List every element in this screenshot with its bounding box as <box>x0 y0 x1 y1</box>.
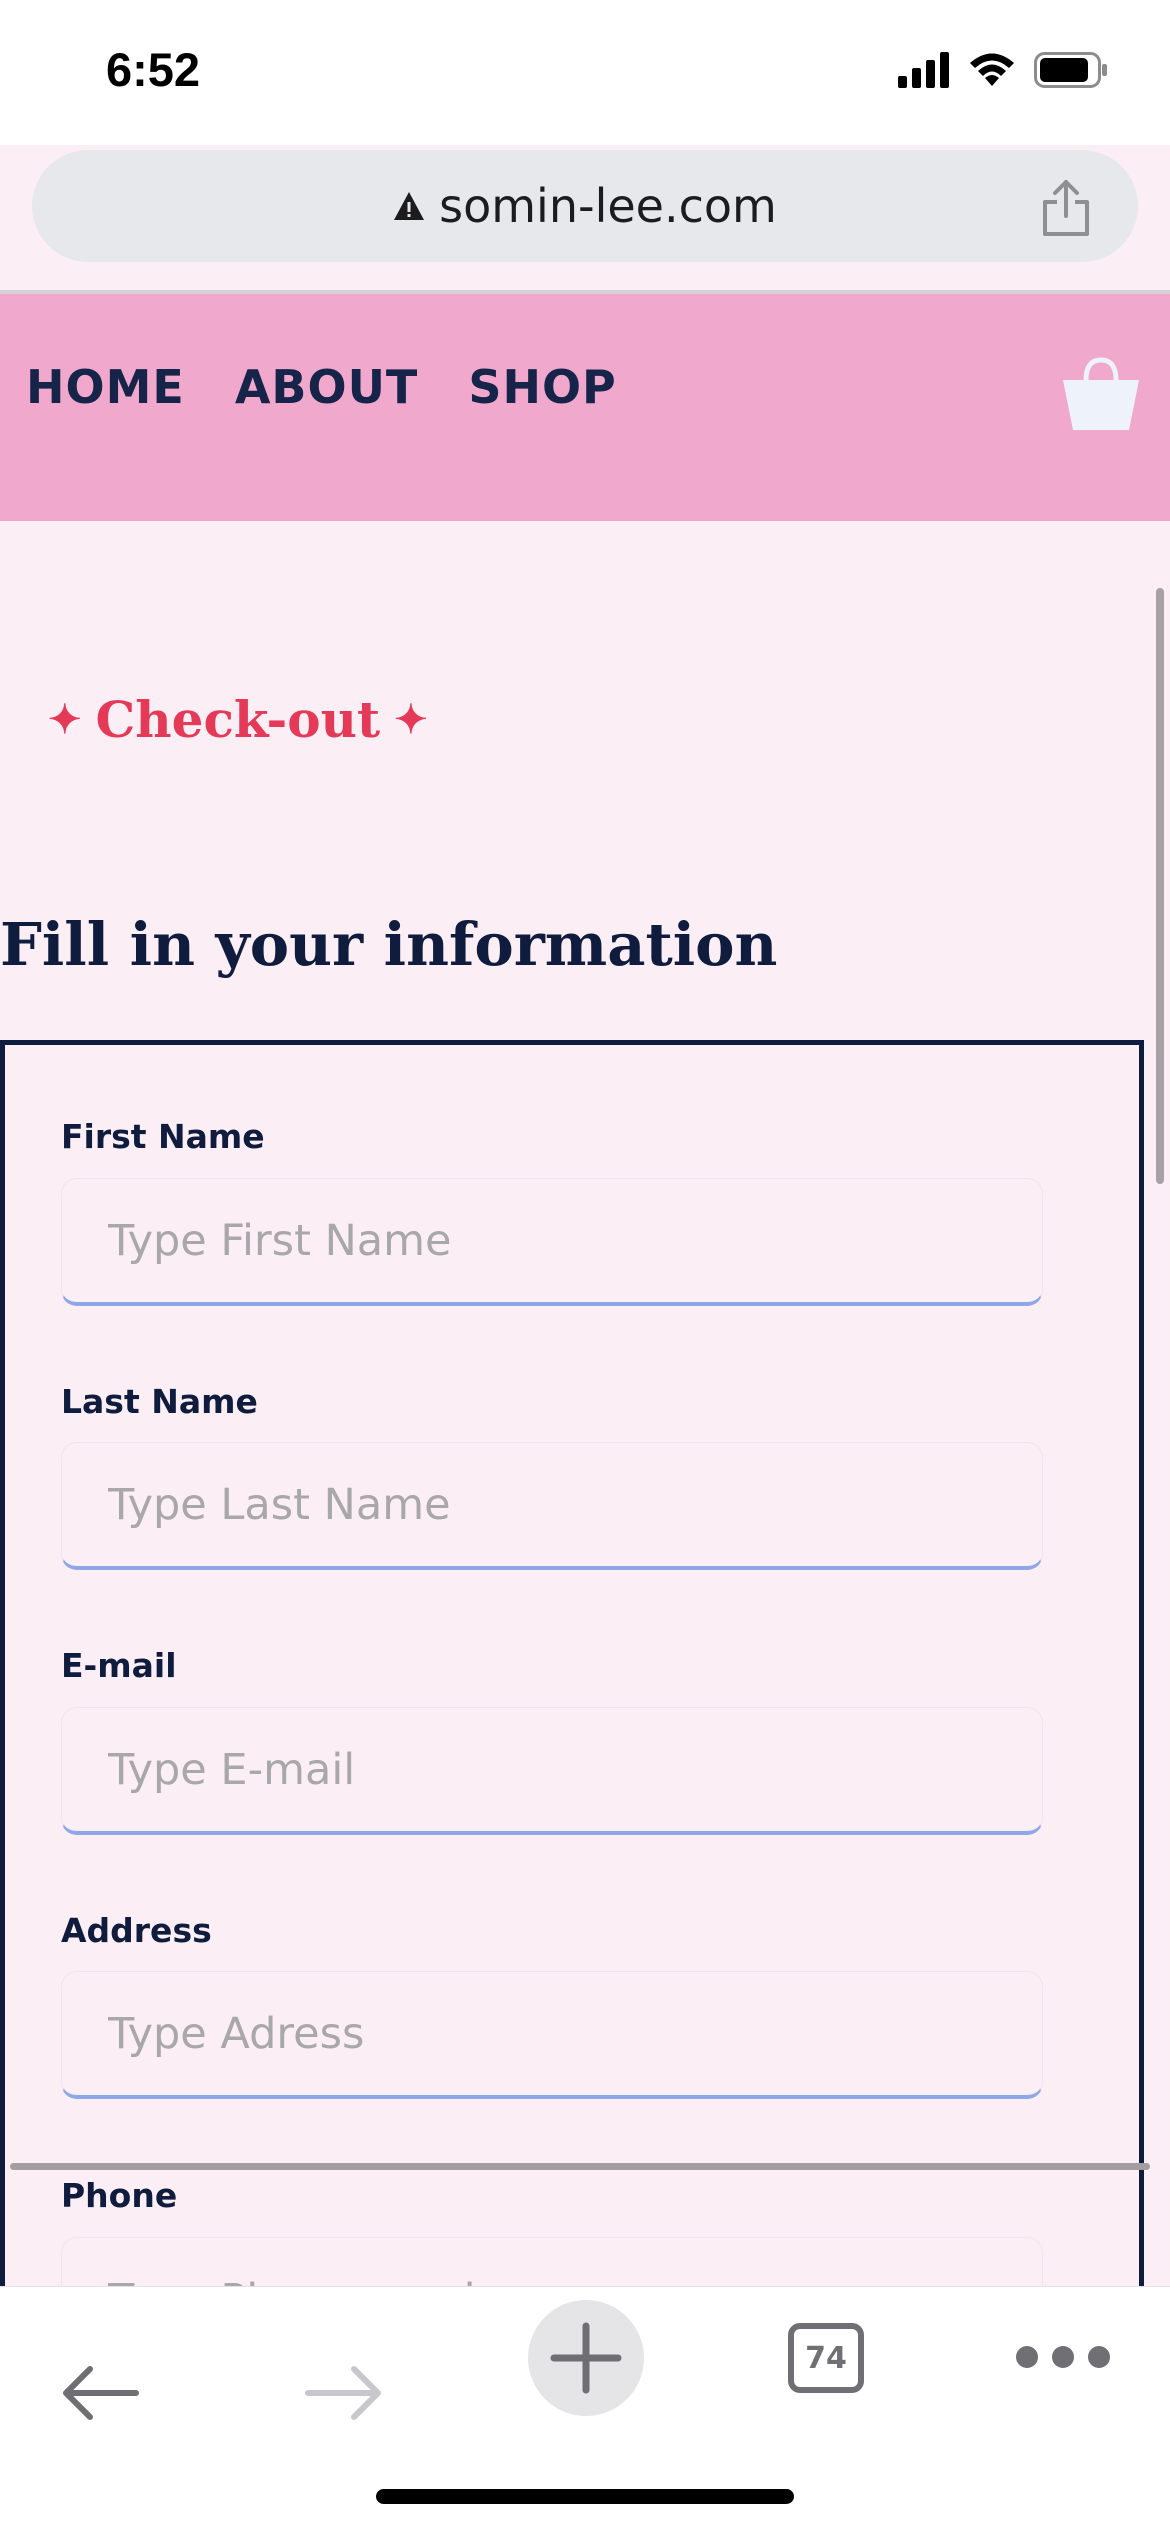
nav-link-home[interactable]: HOME <box>26 360 185 414</box>
horizontal-scrollbar[interactable] <box>10 2163 1150 2170</box>
cart-button[interactable] <box>1060 356 1142 432</box>
address-label: Address <box>61 1911 212 1950</box>
home-indicator <box>376 2489 794 2504</box>
checkout-form: First Name Last Name E-mail Address Phon… <box>0 1040 1144 2365</box>
more-icon <box>1052 2346 1074 2368</box>
section-tag-label: Check-out <box>95 690 381 749</box>
address-bar[interactable]: somin-lee.com <box>32 150 1138 262</box>
forward-button[interactable] <box>296 2353 392 2433</box>
forward-arrow-icon <box>305 2366 381 2420</box>
more-icon <box>1088 2346 1110 2368</box>
last-name-field[interactable] <box>61 1442 1043 1570</box>
more-icon <box>1016 2346 1038 2368</box>
back-arrow-icon <box>63 2366 139 2420</box>
status-time: 6:52 <box>106 43 201 96</box>
signal-icon <box>898 52 949 88</box>
plus-icon <box>550 2322 622 2394</box>
back-button[interactable] <box>52 2353 148 2433</box>
warning-icon <box>394 192 425 220</box>
tabs-button[interactable]: 74 <box>788 2323 864 2393</box>
site-nav: HOME ABOUT SHOP <box>0 294 1170 521</box>
address-field[interactable] <box>61 1971 1043 2099</box>
address-inner: somin-lee.com <box>32 150 1138 262</box>
share-icon <box>1043 180 1089 236</box>
status-bar: 6:52 <box>0 0 1170 145</box>
form-heading: Fill in your information <box>0 910 778 979</box>
first-name-field[interactable] <box>61 1178 1043 1306</box>
more-button[interactable] <box>998 2337 1128 2377</box>
url-text[interactable]: somin-lee.com <box>439 179 777 233</box>
first-name-label: First Name <box>61 1117 265 1156</box>
status-icons <box>898 52 1108 88</box>
nav-link-about[interactable]: ABOUT <box>235 360 419 414</box>
vertical-scrollbar[interactable] <box>1156 588 1164 1184</box>
nav-link-shop[interactable]: SHOP <box>468 360 616 414</box>
share-button[interactable] <box>1038 178 1094 238</box>
wifi-icon <box>970 53 1014 86</box>
section-tag: ✦ Check-out ✦ <box>48 690 428 749</box>
last-name-label: Last Name <box>61 1382 258 1421</box>
email-field[interactable] <box>61 1707 1043 1835</box>
sparkle-icon: ✦ <box>394 696 428 743</box>
nav-links: HOME ABOUT SHOP <box>26 360 617 414</box>
new-tab-button[interactable] <box>528 2300 644 2416</box>
email-label: E-mail <box>61 1646 177 1685</box>
shopping-bag-icon <box>1063 357 1139 430</box>
sparkle-icon: ✦ <box>48 696 82 743</box>
battery-icon <box>1034 52 1107 88</box>
phone-label: Phone <box>61 2176 178 2215</box>
tabs-count: 74 <box>805 2340 847 2376</box>
